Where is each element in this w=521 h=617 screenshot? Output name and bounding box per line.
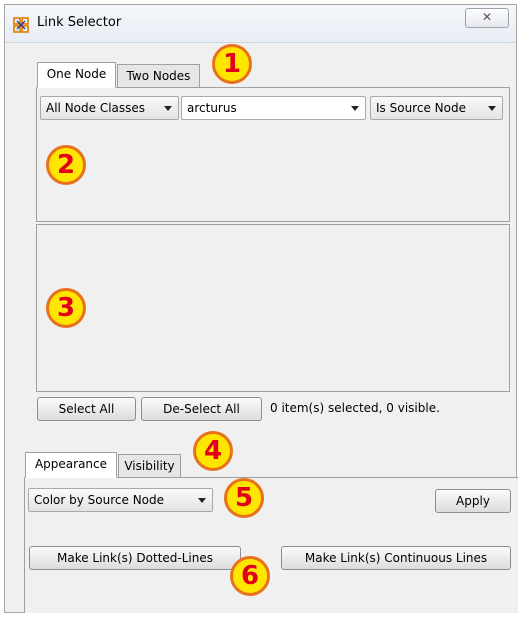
button-label: De-Select All bbox=[163, 402, 240, 416]
chevron-down-icon bbox=[198, 498, 206, 503]
node-value: arcturus bbox=[187, 101, 237, 115]
relation-dropdown[interactable]: Is Source Node bbox=[370, 96, 503, 120]
tab-label: Two Nodes bbox=[126, 69, 191, 83]
title-bar: Link Selector ✕ bbox=[5, 5, 516, 43]
node-class-dropdown[interactable]: All Node Classes bbox=[40, 96, 179, 120]
tab-two-nodes[interactable]: Two Nodes bbox=[117, 64, 200, 88]
node-dropdown[interactable]: arcturus bbox=[181, 96, 366, 120]
selection-status: 0 item(s) selected, 0 visible. bbox=[270, 401, 440, 415]
node-filter-panel: All Node Classes arcturus Is Source Node bbox=[36, 87, 510, 222]
node-class-value: All Node Classes bbox=[46, 101, 146, 115]
callout-2: 2 bbox=[46, 145, 86, 185]
callout-5: 5 bbox=[224, 478, 264, 518]
button-label: Select All bbox=[58, 402, 115, 416]
callout-6: 6 bbox=[230, 556, 270, 596]
deselect-all-button[interactable]: De-Select All bbox=[141, 397, 262, 421]
relation-value: Is Source Node bbox=[376, 101, 466, 115]
tab-label: One Node bbox=[46, 67, 107, 81]
button-label: Make Link(s) Dotted-Lines bbox=[56, 551, 213, 565]
apply-button[interactable]: Apply bbox=[435, 489, 511, 513]
window-title: Link Selector bbox=[37, 15, 122, 30]
link-list[interactable] bbox=[36, 224, 510, 392]
callout-3: 3 bbox=[46, 288, 86, 328]
close-icon: ✕ bbox=[481, 10, 493, 24]
chevron-down-icon bbox=[488, 106, 496, 111]
tab-label: Visibility bbox=[124, 459, 175, 473]
chevron-down-icon bbox=[351, 106, 359, 111]
callout-4: 4 bbox=[193, 431, 233, 471]
color-mode-dropdown[interactable]: Color by Source Node bbox=[28, 488, 213, 512]
close-button[interactable]: ✕ bbox=[465, 8, 509, 28]
appearance-panel: Color by Source Node Apply Make Link(s) … bbox=[24, 477, 518, 613]
tab-visibility[interactable]: Visibility bbox=[118, 454, 181, 478]
select-all-button[interactable]: Select All bbox=[37, 397, 136, 421]
tab-one-node[interactable]: One Node bbox=[37, 62, 116, 88]
network-grid-icon bbox=[13, 17, 29, 33]
callout-1: 1 bbox=[212, 44, 252, 84]
dotted-lines-button[interactable]: Make Link(s) Dotted-Lines bbox=[29, 546, 241, 570]
tab-label: Appearance bbox=[34, 457, 108, 471]
continuous-lines-button[interactable]: Make Link(s) Continuous Lines bbox=[281, 546, 511, 570]
color-mode-value: Color by Source Node bbox=[34, 493, 165, 507]
link-selector-window: Link Selector ✕ One Node Two Nodes All N… bbox=[4, 4, 518, 613]
button-label: Make Link(s) Continuous Lines bbox=[304, 551, 488, 565]
button-label: Apply bbox=[456, 494, 490, 508]
tab-appearance[interactable]: Appearance bbox=[25, 452, 117, 478]
chevron-down-icon bbox=[164, 106, 172, 111]
